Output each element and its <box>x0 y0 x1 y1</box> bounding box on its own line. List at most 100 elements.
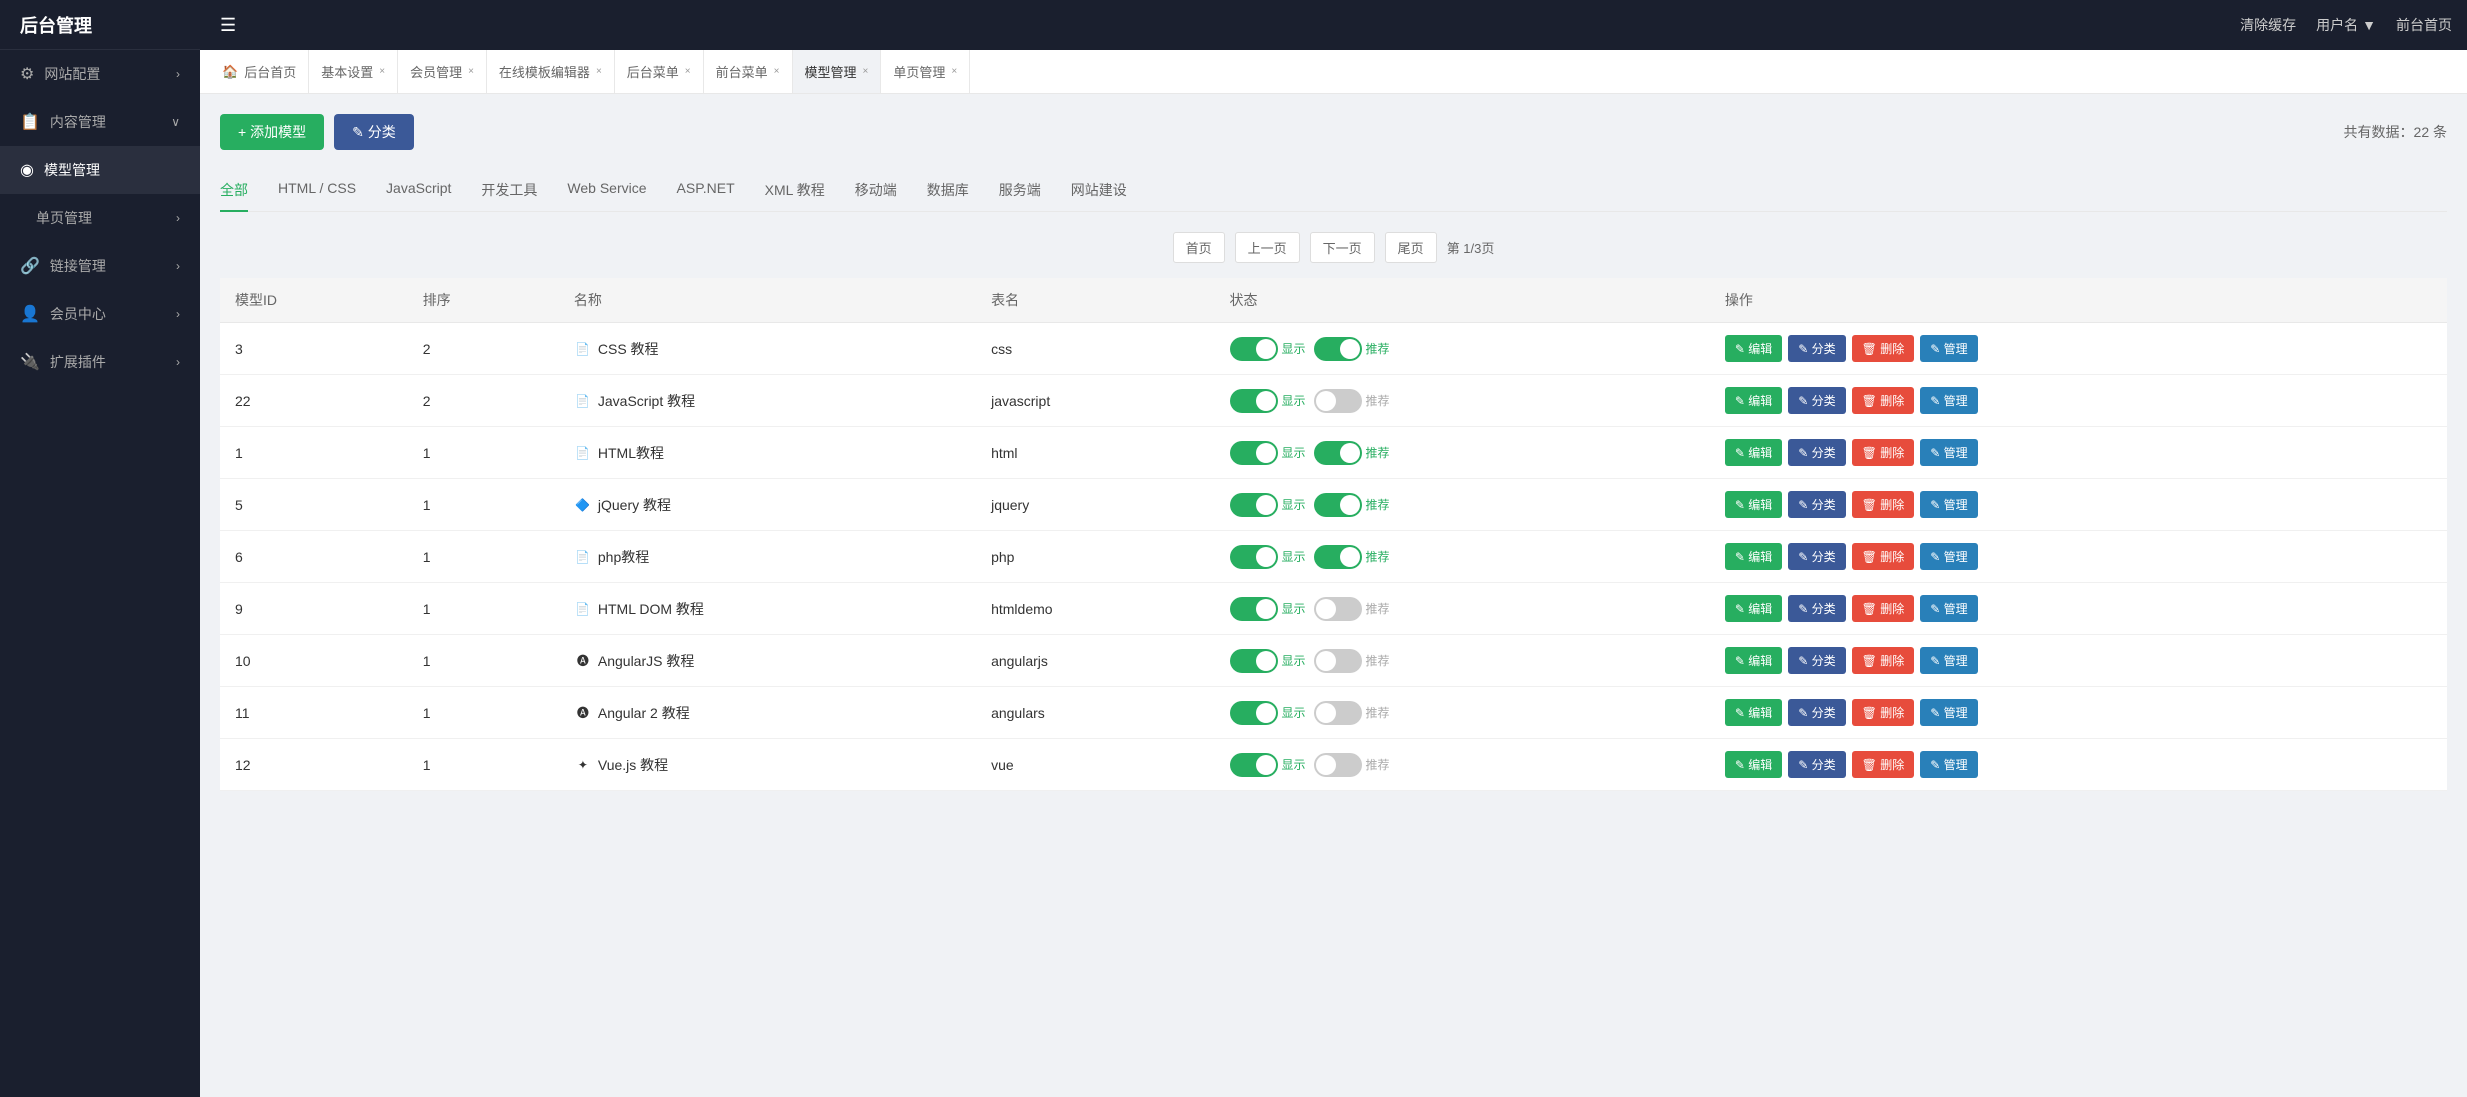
cat-tab-asp-net[interactable]: ASP.NET <box>677 170 735 212</box>
show-toggle[interactable] <box>1230 337 1278 361</box>
tab-template-editor[interactable]: 在线模板编辑器 × <box>487 50 615 94</box>
frontend-link[interactable]: 前台首页 <box>2396 15 2452 35</box>
edit-button[interactable]: ✎ 编辑 <box>1725 543 1782 570</box>
row-classify-button[interactable]: ✎ 分类 <box>1788 751 1845 778</box>
recommend-toggle[interactable] <box>1314 649 1362 673</box>
manage-button[interactable]: ✎ 管理 <box>1920 699 1977 726</box>
cat-tab-mobile[interactable]: 移动端 <box>855 170 897 212</box>
tab-home[interactable]: 🏠 后台首页 <box>210 50 309 94</box>
sidebar-item-model-mgmt[interactable]: ◉ 模型管理 <box>0 146 200 194</box>
recommend-toggle[interactable] <box>1314 493 1362 517</box>
edit-button[interactable]: ✎ 编辑 <box>1725 439 1782 466</box>
row-classify-button[interactable]: ✎ 分类 <box>1788 387 1845 414</box>
clear-cache-button[interactable]: 清除缓存 <box>2240 15 2296 35</box>
manage-button[interactable]: ✎ 管理 <box>1920 335 1977 362</box>
edit-button[interactable]: ✎ 编辑 <box>1725 647 1782 674</box>
add-model-button[interactable]: + 添加模型 <box>220 114 324 150</box>
cat-tab-all[interactable]: 全部 <box>220 170 248 212</box>
tab-backend-menu[interactable]: 后台菜单 × <box>615 50 704 94</box>
show-toggle[interactable] <box>1230 389 1278 413</box>
last-page-button[interactable]: 尾页 <box>1385 232 1437 263</box>
tab-single-page[interactable]: 单页管理 × <box>881 50 970 94</box>
edit-button[interactable]: ✎ 编辑 <box>1725 751 1782 778</box>
edit-button[interactable]: ✎ 编辑 <box>1725 335 1782 362</box>
tab-close-member-mgmt[interactable]: × <box>468 66 474 77</box>
delete-button[interactable]: 🗑 删除 <box>1852 335 1915 362</box>
cat-tab-database[interactable]: 数据库 <box>927 170 969 212</box>
sidebar-item-link-mgmt[interactable]: 🔗 链接管理 › <box>0 242 200 290</box>
tab-frontend-menu[interactable]: 前台菜单 × <box>704 50 793 94</box>
classify-button[interactable]: ✎ 分类 <box>334 114 414 150</box>
next-page-button[interactable]: 下一页 <box>1310 232 1375 263</box>
tab-basic-settings[interactable]: 基本设置 × <box>309 50 398 94</box>
show-toggle[interactable] <box>1230 597 1278 621</box>
cat-tab-javascript[interactable]: JavaScript <box>386 170 451 212</box>
row-classify-button[interactable]: ✎ 分类 <box>1788 439 1845 466</box>
row-classify-button[interactable]: ✎ 分类 <box>1788 491 1845 518</box>
cat-tab-website[interactable]: 网站建设 <box>1071 170 1127 212</box>
delete-button[interactable]: 🗑 删除 <box>1852 751 1915 778</box>
manage-button[interactable]: ✎ 管理 <box>1920 647 1977 674</box>
row-classify-button[interactable]: ✎ 分类 <box>1788 699 1845 726</box>
show-toggle[interactable] <box>1230 701 1278 725</box>
show-toggle[interactable] <box>1230 493 1278 517</box>
manage-button[interactable]: ✎ 管理 <box>1920 751 1977 778</box>
tab-close-frontend-menu[interactable]: × <box>774 66 780 77</box>
recommend-toggle[interactable] <box>1314 597 1362 621</box>
delete-button[interactable]: 🗑 删除 <box>1852 387 1915 414</box>
cat-tab-server[interactable]: 服务端 <box>999 170 1041 212</box>
tab-close-basic-settings[interactable]: × <box>379 66 385 77</box>
show-toggle[interactable] <box>1230 649 1278 673</box>
cat-tab-dev-tools[interactable]: 开发工具 <box>481 170 537 212</box>
cat-tab-web-service[interactable]: Web Service <box>567 170 646 212</box>
menu-toggle-button[interactable]: ☰ <box>215 10 241 41</box>
manage-button[interactable]: ✎ 管理 <box>1920 543 1977 570</box>
edit-button[interactable]: ✎ 编辑 <box>1725 387 1782 414</box>
username-dropdown[interactable]: 用户名 ▼ <box>2316 15 2376 35</box>
row-classify-button[interactable]: ✎ 分类 <box>1788 335 1845 362</box>
tab-model-mgmt[interactable]: 模型管理 × <box>793 50 882 94</box>
cat-tab-xml[interactable]: XML 教程 <box>765 170 825 212</box>
edit-button[interactable]: ✎ 编辑 <box>1725 491 1782 518</box>
show-toggle[interactable] <box>1230 441 1278 465</box>
cat-tab-html-css[interactable]: HTML / CSS <box>278 170 356 212</box>
manage-button[interactable]: ✎ 管理 <box>1920 387 1977 414</box>
delete-button[interactable]: 🗑 删除 <box>1852 491 1915 518</box>
tab-close-template-editor[interactable]: × <box>596 66 602 77</box>
recommend-toggle[interactable] <box>1314 701 1362 725</box>
tab-member-mgmt[interactable]: 会员管理 × <box>398 50 487 94</box>
row-classify-button[interactable]: ✎ 分类 <box>1788 595 1845 622</box>
sidebar-item-member[interactable]: 👤 会员中心 › <box>0 290 200 338</box>
cell-id: 10 <box>220 635 408 687</box>
recommend-toggle[interactable] <box>1314 545 1362 569</box>
delete-button[interactable]: 🗑 删除 <box>1852 543 1915 570</box>
delete-button[interactable]: 🗑 删除 <box>1852 647 1915 674</box>
row-classify-button[interactable]: ✎ 分类 <box>1788 647 1845 674</box>
table-row: 5 1 🔷 jQuery 教程 jquery 显示 <box>220 479 2447 531</box>
delete-button[interactable]: 🗑 删除 <box>1852 595 1915 622</box>
manage-button[interactable]: ✎ 管理 <box>1920 439 1977 466</box>
recommend-toggle[interactable] <box>1314 753 1362 777</box>
tab-close-backend-menu[interactable]: × <box>685 66 691 77</box>
edit-button[interactable]: ✎ 编辑 <box>1725 699 1782 726</box>
recommend-toggle[interactable] <box>1314 441 1362 465</box>
tab-close-model-mgmt[interactable]: × <box>863 66 869 77</box>
row-classify-button[interactable]: ✎ 分类 <box>1788 543 1845 570</box>
manage-button[interactable]: ✎ 管理 <box>1920 595 1977 622</box>
recommend-label: 推荐 <box>1366 600 1390 617</box>
prev-page-button[interactable]: 上一页 <box>1235 232 1300 263</box>
sidebar-item-content-mgmt[interactable]: 📋 内容管理 ∨ <box>0 98 200 146</box>
recommend-toggle[interactable] <box>1314 389 1362 413</box>
delete-button[interactable]: 🗑 删除 <box>1852 439 1915 466</box>
sidebar-item-single-page[interactable]: 单页管理 › <box>0 194 200 242</box>
first-page-button[interactable]: 首页 <box>1173 232 1225 263</box>
edit-button[interactable]: ✎ 编辑 <box>1725 595 1782 622</box>
tab-close-single-page[interactable]: × <box>951 66 957 77</box>
show-toggle[interactable] <box>1230 545 1278 569</box>
delete-button[interactable]: 🗑 删除 <box>1852 699 1915 726</box>
sidebar-item-extension[interactable]: 🔌 扩展插件 › <box>0 338 200 386</box>
sidebar-item-site-config[interactable]: ⚙ 网站配置 › <box>0 50 200 98</box>
show-toggle[interactable] <box>1230 753 1278 777</box>
recommend-toggle[interactable] <box>1314 337 1362 361</box>
manage-button[interactable]: ✎ 管理 <box>1920 491 1977 518</box>
